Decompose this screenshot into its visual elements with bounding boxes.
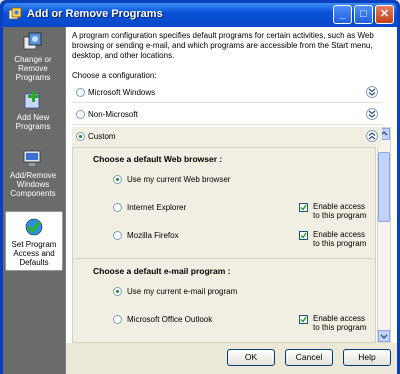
config-label: Non-Microsoft (88, 110, 138, 119)
change-remove-programs-icon (23, 32, 42, 50)
sidebar: Change or Remove Programs Add New Progra… (3, 27, 66, 374)
config-non-microsoft[interactable]: Non-Microsoft (72, 105, 382, 125)
enable-access-checkbox[interactable] (299, 203, 308, 212)
add-remove-programs-window: Add or Remove Programs _ □ ✕ Change or R… (0, 0, 400, 374)
enable-access-label: Enable access to this program (313, 230, 367, 248)
collapse-chevron-icon[interactable] (366, 130, 378, 142)
sidebar-item-set-program-access[interactable]: Set Program Access and Defaults (5, 211, 63, 271)
scrollbar-thumb[interactable] (378, 152, 390, 222)
expand-chevron-icon[interactable] (366, 108, 378, 120)
sidebar-item-windows-components[interactable]: Add/Remove Windows Components (5, 147, 61, 198)
choose-configuration-label: Choose a configuration: (72, 71, 157, 80)
enable-access-label: Enable access to this program (313, 202, 367, 220)
window-title: Add or Remove Programs (27, 8, 163, 20)
radio-button[interactable] (76, 110, 85, 119)
add-remove-programs-icon (8, 7, 22, 20)
email-option-outlook[interactable]: Microsoft Office Outlook Enable access t… (113, 314, 366, 340)
title-bar[interactable]: Add or Remove Programs _ □ ✕ (3, 3, 397, 27)
ok-button[interactable]: OK (227, 349, 275, 366)
client-area: Change or Remove Programs Add New Progra… (3, 27, 397, 374)
set-program-access-icon (25, 218, 43, 236)
sidebar-item-add-new[interactable]: Add New Programs (5, 89, 61, 131)
email-option-current[interactable]: Use my current e-mail program (113, 286, 363, 312)
config-custom[interactable]: Custom (72, 127, 382, 147)
config-label: Microsoft Windows (88, 88, 156, 97)
email-section-title: Choose a default e-mail program : (93, 266, 231, 276)
sidebar-item-label: Change or Remove Programs (14, 55, 52, 82)
enable-access-checkbox[interactable] (299, 315, 308, 324)
scroll-down-button[interactable] (378, 330, 390, 342)
section-divider (73, 258, 375, 259)
vertical-scrollbar[interactable] (377, 127, 391, 343)
custom-config-panel: Choose a default Web browser : Use my cu… (72, 147, 376, 343)
config-label: Custom (88, 132, 116, 141)
enable-access-checkbox[interactable] (299, 231, 308, 240)
browser-option-ie[interactable]: Internet Explorer Enable access to this … (113, 202, 366, 228)
browser-option-current[interactable]: Use my current Web browser (113, 174, 363, 200)
browser-option-firefox[interactable]: Mozilla Firefox Enable access to this pr… (113, 230, 366, 256)
cancel-button[interactable]: Cancel (285, 349, 333, 366)
browser-section-title: Choose a default Web browser : (93, 154, 223, 164)
minimize-button[interactable]: _ (333, 5, 352, 24)
radio-button[interactable] (113, 287, 122, 296)
sidebar-item-label: Set Program Access and Defaults (11, 240, 57, 267)
radio-button[interactable] (113, 231, 122, 240)
sidebar-item-label: Add/Remove Windows Components (9, 171, 57, 198)
option-label: Mozilla Firefox (127, 231, 179, 240)
windows-components-icon (23, 150, 41, 166)
radio-button[interactable] (76, 132, 85, 141)
intro-text: A program configuration specifies defaul… (72, 31, 374, 60)
close-button[interactable]: ✕ (375, 5, 394, 24)
help-button[interactable]: Help (343, 349, 391, 366)
radio-button[interactable] (76, 88, 85, 97)
radio-button[interactable] (113, 315, 122, 324)
sidebar-item-label: Add New Programs (15, 113, 51, 131)
radio-button[interactable] (113, 203, 122, 212)
option-label: Use my current e-mail program (127, 287, 238, 296)
option-label: Use my current Web browser (127, 175, 231, 184)
sidebar-item-change-remove[interactable]: Change or Remove Programs (5, 31, 61, 82)
maximize-button[interactable]: □ (354, 5, 373, 24)
add-new-programs-icon (24, 91, 40, 109)
main-panel: A program configuration specifies defaul… (66, 27, 397, 374)
enable-access-label: Enable access to this program (313, 314, 367, 332)
option-label: Internet Explorer (127, 203, 187, 212)
expand-chevron-icon[interactable] (366, 86, 378, 98)
radio-button[interactable] (113, 175, 122, 184)
option-label: Microsoft Office Outlook (127, 315, 213, 324)
config-microsoft-windows[interactable]: Microsoft Windows (72, 83, 382, 103)
